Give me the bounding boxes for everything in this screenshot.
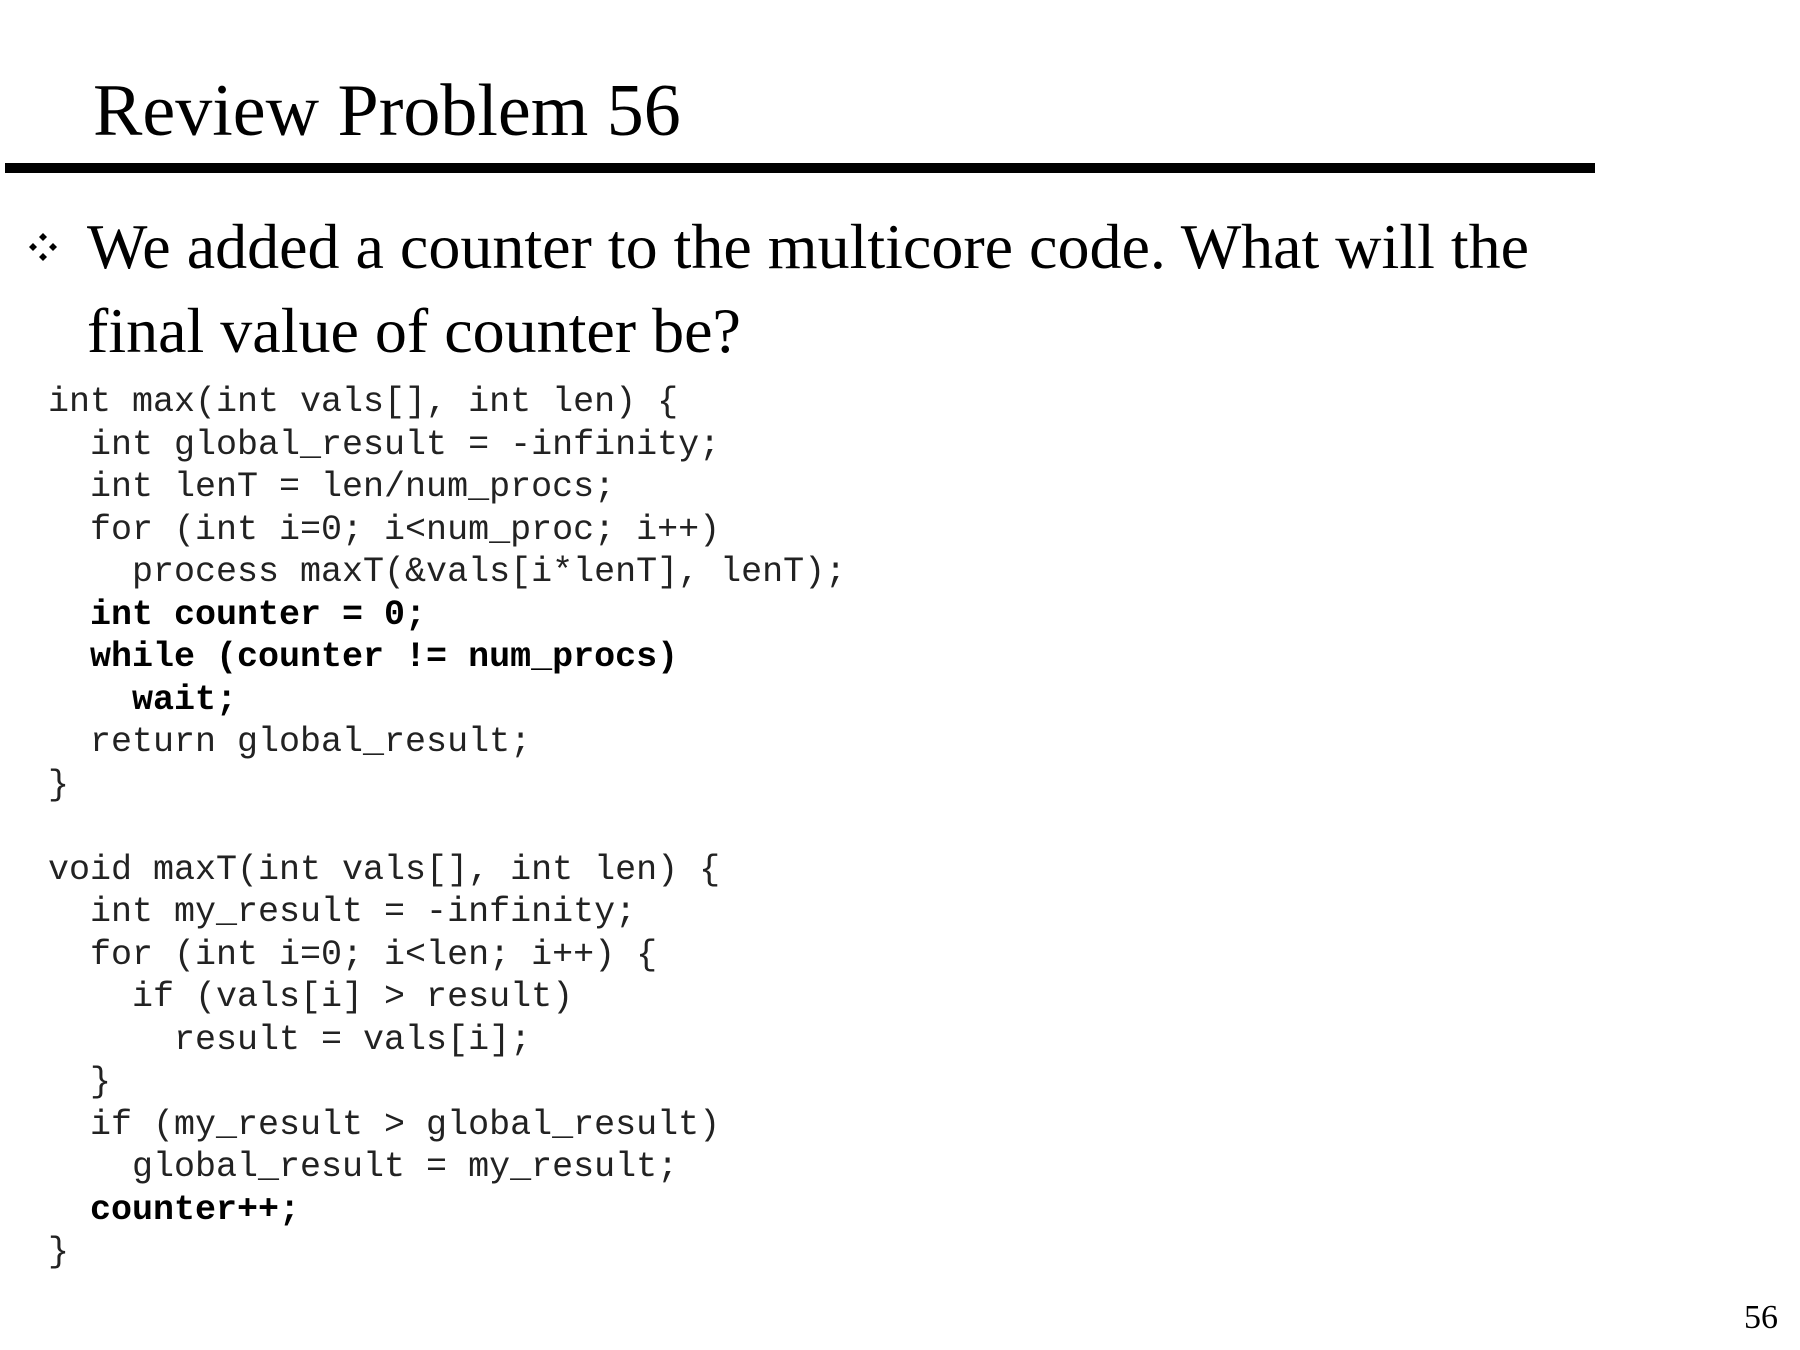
code-block: int max(int vals[], int len) { int globa… — [48, 381, 846, 1274]
code-line: while (counter != num_procs) — [48, 637, 679, 677]
code-line: result = vals[i]; — [48, 1019, 532, 1060]
code-line: for (int i=0; i<num_proc; i++) — [48, 509, 721, 550]
bullet-text: We added a counter to the multicore code… — [87, 205, 1767, 373]
code-line: return global_result; — [48, 722, 532, 762]
code-line: int global_result = -infinity; — [48, 424, 721, 465]
title-divider — [5, 163, 1595, 173]
bullet-line: final value of counter be? — [87, 295, 741, 366]
code-line: int max(int vals[], int len) { — [48, 382, 679, 422]
code-line: if (my_result > global_result) — [48, 1104, 721, 1145]
code-line: counter++; — [48, 1189, 301, 1230]
page-number: 56 — [1744, 1299, 1778, 1336]
code-line: for (int i=0; i<len; i++) { — [48, 934, 658, 975]
code-line: if (vals[i] > result) — [48, 977, 574, 1017]
code-line: void maxT(int vals[], int len) { — [48, 849, 721, 890]
slide-title: Review Problem 56 — [93, 70, 681, 152]
code-line: wait; — [48, 679, 238, 720]
code-line: process maxT(&vals[i*lenT], lenT); — [48, 552, 847, 592]
code-line: int lenT = len/num_procs; — [48, 467, 616, 507]
code-line: int counter = 0; — [48, 594, 427, 635]
code-line: int my_result = -infinity; — [48, 892, 637, 932]
code-line: } — [48, 1232, 70, 1272]
code-line: } — [48, 1062, 112, 1102]
code-line: } — [48, 764, 70, 805]
bullet-line: We added a counter to the multicore code… — [87, 211, 1530, 282]
code-line: global_result = my_result; — [48, 1147, 679, 1187]
diamond-bullet-icon — [29, 233, 57, 261]
